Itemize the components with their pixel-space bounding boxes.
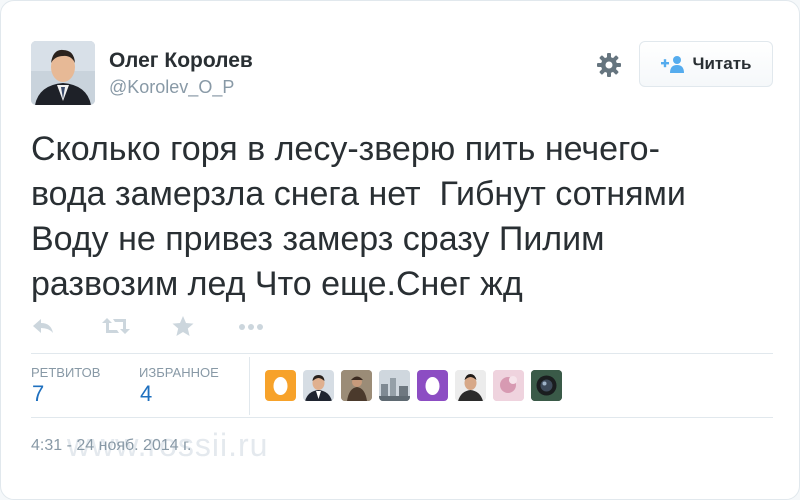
favorites-label: ИЗБРАННОЕ [139,365,219,380]
tweet-line: развозим лед Что еще.Снег жд [31,265,523,303]
hunter-avatar[interactable] [341,370,372,401]
tweet-text: Сколько горя в лесу-зверю пить нечего- в… [31,127,771,307]
divider [31,417,773,418]
favorite-icon[interactable] [171,315,201,341]
tweet-line: Воду не привез замерз сразу Пилим [31,220,605,258]
man-portrait-avatar[interactable] [455,370,486,401]
author-handle[interactable]: @Korolev_O_P [109,77,234,98]
reply-icon[interactable] [31,315,61,341]
divider [31,353,773,354]
favorites-count[interactable]: 4 [140,381,152,407]
author-name[interactable]: Олег Королев [109,49,253,73]
egg-avatar-purple[interactable] [417,370,448,401]
pink-avatar[interactable] [493,370,524,401]
tweet-card: Олег Королев @Korolev_O_P Читать Сколько… [0,0,800,500]
street-avatar[interactable] [379,370,410,401]
retweets-count[interactable]: 7 [32,381,44,407]
tweet-timestamp[interactable]: 4:31 - 24 нояб. 2014 г. [31,437,191,455]
follow-button-label: Читать [692,54,752,73]
tweet-line: вода замерзла снега нет Гибнут сотнями [31,175,686,213]
retweets-label: РЕТВИТОВ [31,365,101,380]
gear-icon[interactable] [595,51,623,79]
follow-button[interactable]: Читать [639,41,773,87]
tweet-line: Сколько горя в лесу-зверю пить нечего- [31,130,660,168]
egg-avatar-orange[interactable] [265,370,296,401]
retweet-icon[interactable] [101,315,131,341]
author-photo [31,41,95,105]
add-user-icon [660,56,684,73]
author-avatar[interactable] [31,41,95,105]
man-in-suit-avatar[interactable] [303,370,334,401]
more-icon[interactable] [236,315,266,341]
stats-separator [249,357,250,415]
camera-avatar[interactable] [531,370,562,401]
